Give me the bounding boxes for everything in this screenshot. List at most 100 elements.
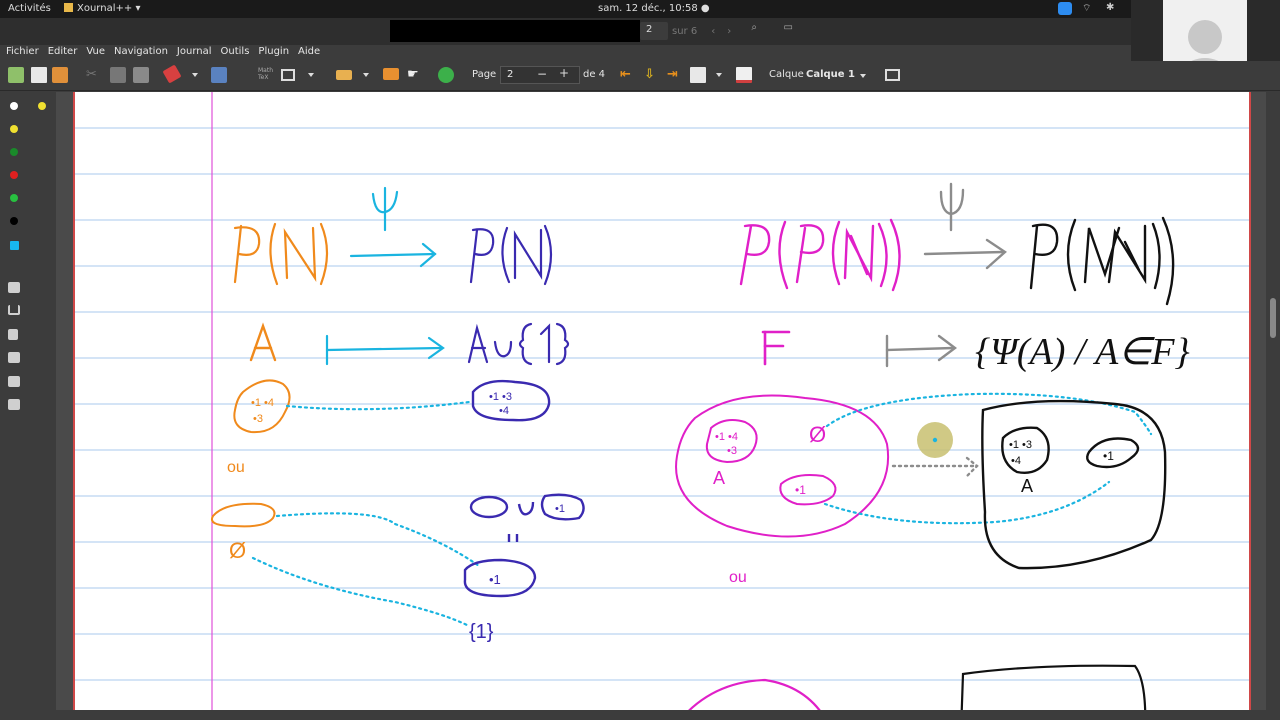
svg-text:•1 •4: •1 •4 bbox=[251, 397, 274, 409]
ink-orange-set-1-4-3: •1 •4 •3 bbox=[233, 379, 291, 434]
menu-navigation[interactable]: Navigation bbox=[114, 45, 168, 61]
notebook-icon bbox=[64, 3, 73, 12]
shape-dropdown-icon[interactable] bbox=[308, 73, 314, 77]
open-folder-icon[interactable] bbox=[52, 67, 68, 83]
page-decrement-button[interactable]: − bbox=[537, 67, 547, 81]
last-page-icon[interactable]: ⇥ bbox=[667, 67, 683, 83]
grid-icon[interactable] bbox=[8, 352, 20, 363]
ink-ou-orange: ou bbox=[227, 459, 245, 476]
refresh-icon[interactable] bbox=[438, 67, 454, 83]
notebook-icon[interactable] bbox=[8, 282, 20, 293]
rectangle-icon[interactable] bbox=[281, 69, 295, 81]
color-green[interactable] bbox=[10, 194, 18, 202]
page-search-input[interactable]: 2 bbox=[640, 22, 668, 40]
vertical-space-icon[interactable] bbox=[383, 68, 399, 80]
svg-text:•1: •1 bbox=[1103, 449, 1114, 463]
layer-label: Calque bbox=[769, 69, 804, 80]
cut-icon[interactable]: ✂ bbox=[86, 67, 102, 83]
ink-F-magenta bbox=[761, 330, 791, 366]
ink-dotted-link-4 bbox=[825, 392, 1153, 436]
wifi-icon[interactable]: ⌔ bbox=[1082, 2, 1096, 15]
ink-A-orange bbox=[249, 322, 277, 362]
previous-page-icon[interactable]: ‹ bbox=[711, 26, 715, 37]
ink-psi-set: {Ψ(A) / A∈F} bbox=[975, 331, 1190, 373]
vertical-scrollbar[interactable] bbox=[1266, 92, 1280, 720]
select-tool-icon[interactable] bbox=[336, 70, 352, 80]
paste-icon[interactable] bbox=[133, 67, 149, 83]
ink-ou-magenta: ou bbox=[729, 569, 747, 586]
select-dropdown-icon[interactable] bbox=[363, 73, 369, 77]
menu-bar: Fichier Editer Vue Navigation Journal Ou… bbox=[0, 45, 1131, 61]
bluetooth-icon[interactable]: ✱ bbox=[1106, 2, 1120, 15]
screen: Activités Xournal++ ▾ sam. 12 déc., 10:5… bbox=[0, 0, 1280, 720]
ink-blue-empty-union-1: •1 •1 bbox=[463, 493, 585, 598]
pen-tool-icon[interactable] bbox=[162, 64, 182, 84]
copy-icon[interactable] bbox=[110, 67, 126, 83]
document-canvas[interactable]: •1 •4 •3 •1 •3 •4 ou Ø •1 •1 {1} {Ψ(A) /… bbox=[56, 92, 1266, 720]
image-tool-icon[interactable] bbox=[211, 67, 227, 83]
page-search-total: sur 6 bbox=[672, 25, 698, 37]
app-name: Xournal++ bbox=[77, 3, 133, 14]
notebook-page[interactable]: •1 •4 •3 •1 •3 •4 ou Ø •1 •1 {1} {Ψ(A) /… bbox=[73, 92, 1251, 720]
color-dark-green[interactable] bbox=[10, 148, 18, 156]
layer-dropdown-icon[interactable] bbox=[860, 74, 866, 78]
page-icon[interactable] bbox=[8, 329, 18, 340]
ink-empty-symbol-orange: Ø bbox=[229, 538, 246, 563]
fullscreen-icon[interactable] bbox=[885, 69, 900, 81]
page-ink: •1 •4 •3 •1 •3 •4 ou Ø •1 •1 {1} {Ψ(A) /… bbox=[75, 92, 1249, 720]
svg-text:•1: •1 bbox=[555, 503, 565, 515]
svg-text:•1 •4: •1 •4 bbox=[715, 431, 738, 443]
color-yellow[interactable] bbox=[10, 125, 18, 133]
color-black[interactable] bbox=[10, 217, 18, 225]
next-page-icon[interactable]: › bbox=[727, 26, 731, 37]
ink-dotted-link-2 bbox=[275, 512, 481, 568]
video-camera-icon[interactable] bbox=[1058, 2, 1072, 15]
lines-icon[interactable] bbox=[8, 376, 20, 387]
svg-text:•3: •3 bbox=[727, 445, 737, 457]
ink-dotted-link-5 bbox=[823, 480, 1111, 525]
canvas-bottom-edge bbox=[56, 710, 1266, 720]
delete-page-icon[interactable] bbox=[736, 67, 752, 83]
color-red[interactable] bbox=[10, 171, 18, 179]
tool-palette bbox=[0, 92, 56, 720]
color-yellow-large[interactable] bbox=[38, 102, 46, 110]
page-total: de 4 bbox=[583, 69, 606, 80]
menu-plugin[interactable]: Plugin bbox=[258, 45, 289, 61]
menu-fichier[interactable]: Fichier bbox=[6, 45, 39, 61]
search-icon[interactable]: ⌕ bbox=[743, 22, 765, 40]
settings-icon[interactable] bbox=[8, 399, 20, 410]
svg-text:•4: •4 bbox=[1011, 455, 1021, 467]
page-increment-button[interactable]: + bbox=[559, 66, 569, 80]
menu-editer[interactable]: Editer bbox=[48, 45, 78, 61]
svg-text:Ø: Ø bbox=[809, 422, 826, 447]
pen-dropdown-icon[interactable] bbox=[192, 73, 198, 77]
page-view-icon[interactable]: ▭ bbox=[777, 22, 799, 40]
menu-journal[interactable]: Journal bbox=[177, 45, 212, 61]
down-arrow-icon[interactable]: ⇩ bbox=[644, 67, 660, 83]
svg-text:A: A bbox=[713, 468, 725, 488]
layer-select[interactable]: Calque 1 bbox=[806, 69, 855, 80]
page-search: 2 sur 6 ‹ › ⌕ ▭ bbox=[640, 20, 799, 42]
scrollbar-thumb[interactable] bbox=[1270, 298, 1276, 338]
add-page-icon[interactable] bbox=[690, 67, 706, 83]
new-page-icon[interactable] bbox=[31, 67, 47, 83]
clock[interactable]: sam. 12 déc., 10:58 ● bbox=[598, 3, 710, 14]
window-title-area bbox=[390, 20, 640, 42]
new-document-icon[interactable] bbox=[8, 67, 24, 83]
color-cyan-selected[interactable] bbox=[10, 241, 19, 250]
chevron-down-icon: ▾ bbox=[135, 3, 141, 14]
menu-outils[interactable]: Outils bbox=[221, 45, 250, 61]
app-menu[interactable]: Xournal++ ▾ bbox=[64, 3, 140, 14]
tex-icon[interactable]: Math TeX bbox=[258, 67, 274, 83]
menu-aide[interactable]: Aide bbox=[298, 45, 320, 61]
ink-magenta-big-set: •1 •4 •3 A Ø •1 bbox=[675, 394, 889, 538]
activities-button[interactable]: Activités bbox=[8, 3, 51, 14]
add-page-dropdown-icon[interactable] bbox=[716, 73, 722, 77]
menu-vue[interactable]: Vue bbox=[86, 45, 105, 61]
ink-dotted-link-3 bbox=[251, 556, 471, 628]
hand-tool-icon[interactable]: ☛ bbox=[407, 67, 423, 83]
svg-text:•1 •3: •1 •3 bbox=[489, 391, 512, 403]
color-white[interactable] bbox=[10, 102, 18, 110]
layer-icon[interactable] bbox=[8, 305, 20, 315]
first-page-icon[interactable]: ⇤ bbox=[620, 67, 636, 83]
